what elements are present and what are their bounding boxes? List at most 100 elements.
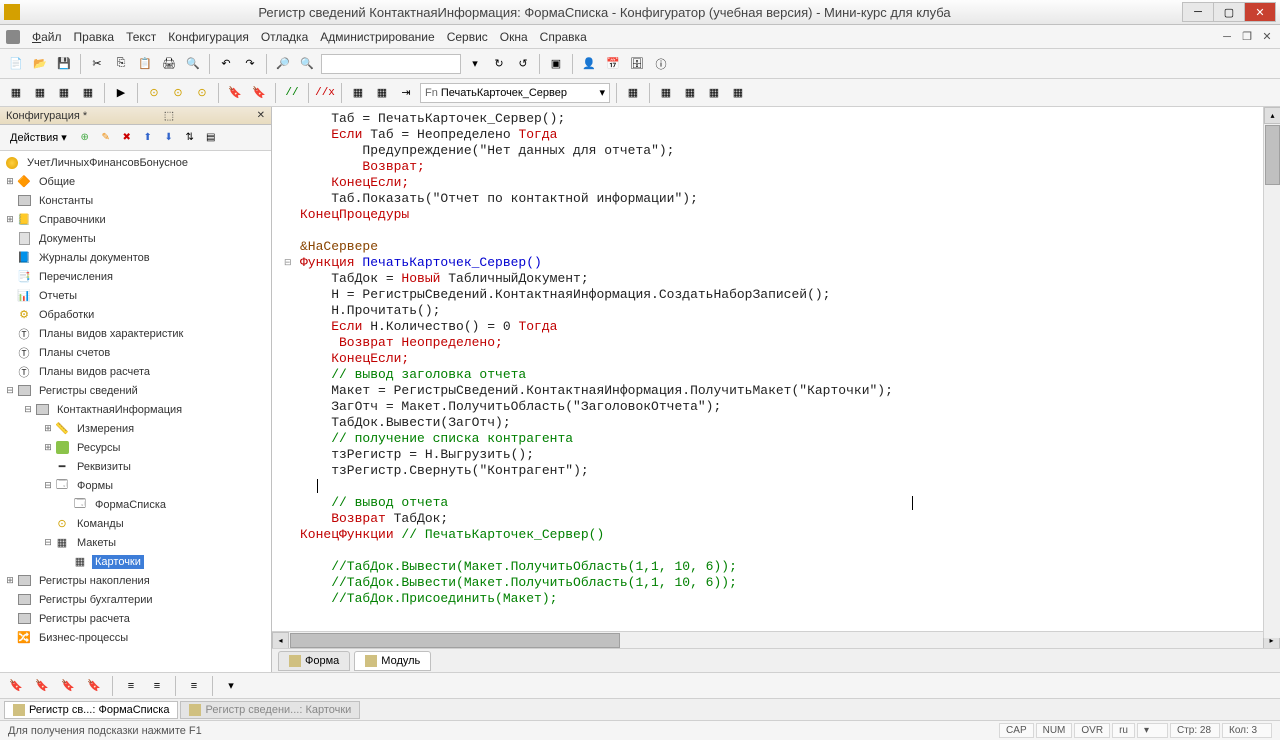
tree-item[interactable]: ⊞🔶Общие (0, 172, 271, 191)
copy-icon[interactable]: ⎘ (111, 54, 131, 74)
bookmark-toggle-icon[interactable]: 🔖 (6, 676, 26, 696)
tool-g-icon[interactable]: ▦ (623, 83, 643, 103)
tool-b-icon[interactable]: ▦ (30, 83, 50, 103)
step2-icon[interactable]: ⊙ (168, 83, 188, 103)
tree-item[interactable]: ━Реквизиты (0, 457, 271, 476)
tree-item-forma-spiska[interactable]: 🗔ФормаСписка (0, 495, 271, 514)
menu-text[interactable]: Текст (126, 30, 156, 44)
sort-icon[interactable]: ⇅ (181, 129, 199, 147)
window-icon[interactable]: ▣ (546, 54, 566, 74)
up-icon[interactable]: ⬆ (139, 129, 157, 147)
bookmark-icon[interactable]: 🔖 (225, 83, 245, 103)
tree-item[interactable]: 📘Журналы документов (0, 248, 271, 267)
redo-icon[interactable]: ↷ (240, 54, 260, 74)
doctab-kartochki[interactable]: Регистр сведени...: Карточки (180, 701, 360, 719)
tree-item[interactable]: ⓉПланы видов характеристик (0, 324, 271, 343)
sidebar-close-icon[interactable]: ✕ (257, 110, 265, 121)
tree-item[interactable]: ⓉПланы счетов (0, 343, 271, 362)
search-dropdown-icon[interactable]: ▾ (465, 54, 485, 74)
scroll-up-icon[interactable]: ▴ (1264, 107, 1280, 124)
menu-file[interactable]: Файл (32, 30, 62, 44)
menu-config[interactable]: Конфигурация (168, 30, 249, 44)
cut-icon[interactable]: ✂ (87, 54, 107, 74)
person-icon[interactable]: 👤 (579, 54, 599, 74)
scroll-thumb-h[interactable] (290, 633, 620, 648)
menu-debug[interactable]: Отладка (261, 30, 308, 44)
goto-icon[interactable]: ⇥ (396, 83, 416, 103)
bookmark-next-icon[interactable]: 🔖 (32, 676, 52, 696)
tree-item[interactable]: ⊞📒Справочники (0, 210, 271, 229)
maximize-button[interactable]: ▢ (1213, 2, 1245, 22)
scroll-left-icon[interactable]: ◂ (272, 632, 289, 649)
search-input[interactable] (321, 54, 461, 74)
bookmark-prev-icon[interactable]: 🔖 (58, 676, 78, 696)
uncomment-icon[interactable]: //x (315, 83, 335, 103)
format-icon[interactable]: ≡ (184, 676, 204, 696)
fold-icon[interactable]: ⊟ (284, 255, 292, 271)
tree-item-kartochki[interactable]: ▦Карточки (0, 552, 271, 571)
tree-item[interactable]: 📊Отчеты (0, 286, 271, 305)
menu-edit[interactable]: Правка (74, 30, 115, 44)
tool-a-icon[interactable]: ▦ (6, 83, 26, 103)
procedure-dropdown[interactable]: Fn ПечатьКарточек_Сервер ▾ (420, 83, 610, 103)
menu-service[interactable]: Сервис (447, 30, 488, 44)
menu-admin[interactable]: Администрирование (320, 30, 434, 44)
refresh2-icon[interactable]: ↺ (513, 54, 533, 74)
tree-item[interactable]: ⓉПланы видов расчета (0, 362, 271, 381)
down-icon[interactable]: ⬇ (160, 129, 178, 147)
tree-item[interactable]: ⊞Ресурсы (0, 438, 271, 457)
save-icon[interactable]: 💾 (54, 54, 74, 74)
calendar-icon[interactable]: 📅 (603, 54, 623, 74)
pin-icon[interactable]: ⬚ (164, 109, 174, 122)
bookmark-clear-icon[interactable]: 🔖 (84, 676, 104, 696)
indent-icon[interactable]: ≡ (121, 676, 141, 696)
step-icon[interactable]: ⊙ (144, 83, 164, 103)
tool-i-icon[interactable]: ▦ (680, 83, 700, 103)
print-icon[interactable]: 🖨 (159, 54, 179, 74)
tool-h-icon[interactable]: ▦ (656, 83, 676, 103)
open-icon[interactable]: 📂 (30, 54, 50, 74)
new-icon[interactable]: 📄 (6, 54, 26, 74)
preview-icon[interactable]: 🔍 (183, 54, 203, 74)
tool-f-icon[interactable]: ▦ (372, 83, 392, 103)
menu-icon[interactable] (6, 30, 20, 44)
zoom-icon[interactable]: 🔍 (297, 54, 317, 74)
tree-item[interactable]: Документы (0, 229, 271, 248)
code-editor[interactable]: Таб = ПечатьКарточек_Сервер(); Если Таб … (272, 107, 1280, 631)
tree-item[interactable]: 🔀Бизнес-процессы (0, 628, 271, 647)
more-icon[interactable]: ▾ (221, 676, 241, 696)
tree-item[interactable]: Регистры бухгалтерии (0, 590, 271, 609)
tree-item[interactable]: Регистры расчета (0, 609, 271, 628)
db-icon[interactable]: 🗄 (627, 54, 647, 74)
tree-item[interactable]: ⊙Команды (0, 514, 271, 533)
tree-item[interactable]: ⚙Обработки (0, 305, 271, 324)
close-button[interactable]: ✕ (1244, 2, 1276, 22)
tree-item[interactable]: ⊞📏Измерения (0, 419, 271, 438)
tree-item[interactable]: Константы (0, 191, 271, 210)
step3-icon[interactable]: ⊙ (192, 83, 212, 103)
tool-e-icon[interactable]: ▦ (348, 83, 368, 103)
menu-help[interactable]: Справка (540, 30, 587, 44)
tree-root[interactable]: УчетЛичныхФинансовБонусное (0, 153, 271, 172)
outdent-icon[interactable]: ≡ (147, 676, 167, 696)
filter-icon[interactable]: ▤ (202, 129, 220, 147)
help-icon[interactable]: ⓘ (651, 54, 671, 74)
tool-c-icon[interactable]: ▦ (54, 83, 74, 103)
tree-item[interactable]: 📑Перечисления (0, 267, 271, 286)
delete-icon[interactable]: ✖ (118, 129, 136, 147)
inner-restore-icon[interactable]: ❐ (1240, 30, 1254, 44)
tool-d-icon[interactable]: ▦ (78, 83, 98, 103)
tree-item[interactable]: ⊟Регистры сведений (0, 381, 271, 400)
tab-module[interactable]: Модуль (354, 651, 431, 671)
actions-dropdown[interactable]: Действия▾ (4, 129, 73, 146)
tree-item-contact-info[interactable]: ⊟КонтактнаяИнформация (0, 400, 271, 419)
run-icon[interactable]: ▶ (111, 83, 131, 103)
tree-item[interactable]: ⊟▦Макеты (0, 533, 271, 552)
config-tree[interactable]: УчетЛичныхФинансовБонусное ⊞🔶Общие Конст… (0, 151, 271, 672)
tree-item[interactable]: ⊟🗔Формы (0, 476, 271, 495)
paste-icon[interactable]: 📋 (135, 54, 155, 74)
tool-k-icon[interactable]: ▦ (728, 83, 748, 103)
status-lang-dd[interactable]: ▾ (1137, 723, 1168, 738)
tree-item[interactable]: ⊞Регистры накопления (0, 571, 271, 590)
bookmark2-icon[interactable]: 🔖 (249, 83, 269, 103)
